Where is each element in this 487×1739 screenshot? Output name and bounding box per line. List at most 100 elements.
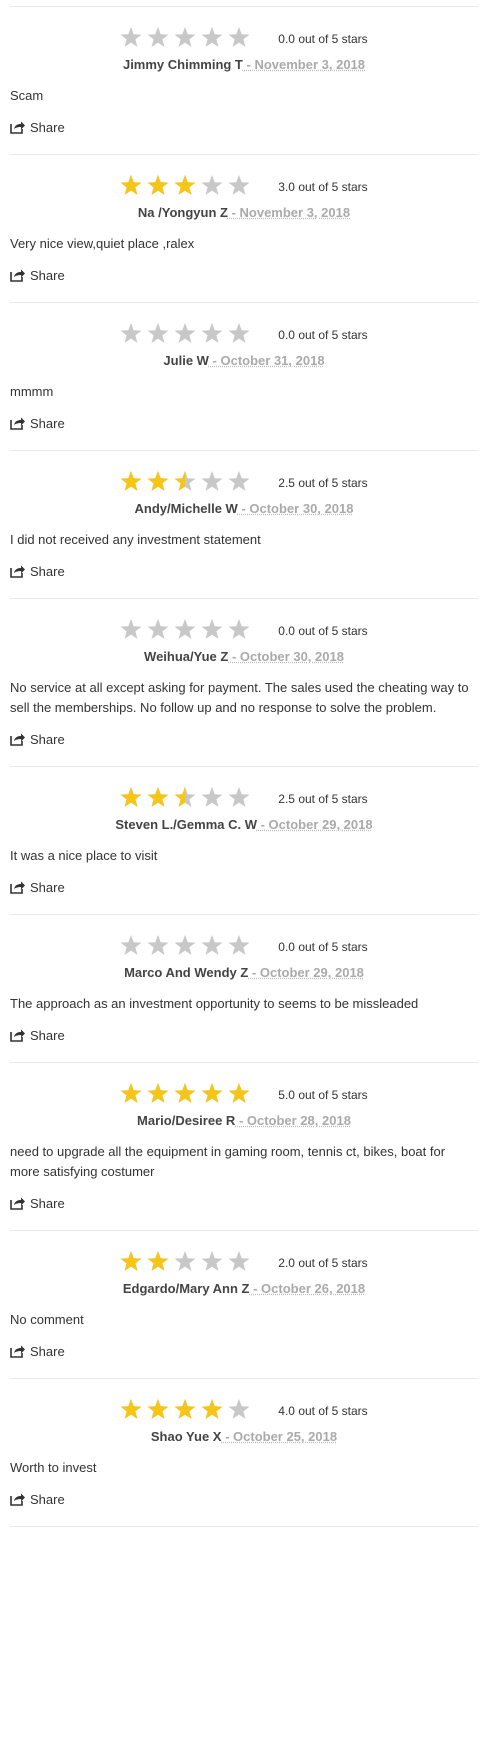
star-empty-icon — [201, 323, 223, 343]
review-author: Jimmy Chimming T — [122, 57, 243, 72]
review-author: Steven L./Gemma C. W — [115, 817, 257, 832]
star-empty-icon — [147, 619, 169, 639]
share-icon — [10, 1345, 25, 1358]
star-filled-icon — [120, 787, 142, 807]
star-empty-icon — [147, 323, 169, 343]
star-empty-icon — [228, 619, 250, 639]
star-rating — [120, 617, 272, 643]
star-empty-icon — [201, 787, 223, 807]
share-icon — [10, 121, 25, 134]
share-button[interactable]: Share — [10, 878, 478, 896]
star-rating — [120, 933, 272, 959]
star-empty-icon — [174, 1251, 196, 1271]
star-filled-icon — [147, 787, 169, 807]
review-date-link[interactable]: - October 29, 2018 — [257, 817, 373, 832]
share-button[interactable]: Share — [10, 562, 478, 580]
review-container: 0.0 out of 5 stars Jimmy Chimming T - No… — [10, 7, 478, 1527]
review-author: Julie W — [163, 353, 209, 368]
share-label: Share — [30, 731, 65, 747]
review-author: Shao Yue X — [150, 1429, 222, 1444]
rating-text: 0.0 out of 5 stars — [278, 624, 368, 638]
star-empty-icon — [201, 935, 223, 955]
review-item: 5.0 out of 5 stars Mario/Desiree R - Oct… — [10, 1063, 478, 1231]
rating-text: 3.0 out of 5 stars — [278, 180, 368, 194]
review-date-link[interactable]: - October 25, 2018 — [221, 1429, 337, 1444]
review-item: 3.0 out of 5 stars Na /Yongyun Z - Novem… — [10, 155, 478, 303]
review-date-link[interactable]: - November 3, 2018 — [243, 57, 366, 72]
share-label: Share — [30, 1491, 65, 1507]
star-filled-icon — [201, 1083, 223, 1103]
star-filled-icon — [120, 471, 142, 491]
rating-text: 4.0 out of 5 stars — [278, 1404, 368, 1418]
review-date-link[interactable]: - November 3, 2018 — [228, 205, 351, 220]
review-date-link[interactable]: - October 31, 2018 — [209, 353, 325, 368]
share-label: Share — [30, 563, 65, 579]
review-byline: Mario/Desiree R - October 28, 2018 — [10, 1112, 478, 1130]
rating-row: 2.5 out of 5 stars — [10, 785, 478, 811]
review-date-link[interactable]: - October 29, 2018 — [248, 965, 364, 980]
star-filled-icon — [147, 1251, 169, 1271]
share-button[interactable]: Share — [10, 1026, 478, 1044]
review-author: Edgardo/Mary Ann Z — [122, 1281, 250, 1296]
star-empty-icon — [120, 935, 142, 955]
share-button[interactable]: Share — [10, 730, 478, 748]
review-date-link[interactable]: - October 26, 2018 — [250, 1281, 365, 1296]
review-author: Mario/Desiree R — [137, 1113, 236, 1128]
star-empty-icon — [120, 323, 142, 343]
review-item: 4.0 out of 5 stars Shao Yue X - October … — [10, 1379, 478, 1527]
review-byline: Shao Yue X - October 25, 2018 — [10, 1428, 478, 1446]
share-button[interactable]: Share — [10, 118, 478, 136]
review-text: I did not received any investment statem… — [10, 532, 261, 547]
review-byline: Marco And Wendy Z - October 29, 2018 — [10, 964, 478, 982]
star-filled-icon — [147, 1399, 169, 1419]
rating-row: 0.0 out of 5 stars — [10, 321, 478, 347]
star-empty-icon — [228, 1399, 250, 1419]
star-empty-icon — [228, 27, 250, 47]
star-rating — [120, 1249, 272, 1275]
review-item: 2.0 out of 5 stars Edgardo/Mary Ann Z - … — [10, 1231, 478, 1379]
star-filled-icon — [174, 175, 196, 195]
star-empty-icon — [174, 323, 196, 343]
star-empty-icon — [201, 471, 223, 491]
star-rating — [120, 25, 272, 51]
review-text: Scam — [10, 88, 44, 103]
rating-text: 0.0 out of 5 stars — [278, 32, 368, 46]
review-item: 0.0 out of 5 stars Marco And Wendy Z - O… — [10, 915, 478, 1063]
share-label: Share — [30, 267, 65, 283]
share-label: Share — [30, 1027, 65, 1043]
star-empty-icon — [147, 27, 169, 47]
star-empty-icon — [228, 323, 250, 343]
review-author: Na /Yongyun Z — [137, 205, 228, 220]
share-button[interactable]: Share — [10, 266, 478, 284]
review-text: No comment — [10, 1312, 84, 1327]
rating-row: 5.0 out of 5 stars — [10, 1081, 478, 1107]
review-date-link[interactable]: - October 30, 2018 — [238, 501, 353, 516]
rating-row: 2.0 out of 5 stars — [10, 1249, 478, 1275]
star-filled-icon — [147, 175, 169, 195]
review-item: 0.0 out of 5 stars Weihua/Yue Z - Octobe… — [10, 599, 478, 767]
rating-text: 2.5 out of 5 stars — [278, 476, 368, 490]
review-author: Marco And Wendy Z — [124, 965, 249, 980]
review-byline: Julie W - October 31, 2018 — [10, 352, 478, 370]
rating-row: 0.0 out of 5 stars — [10, 933, 478, 959]
review-text: The approach as an investment opportunit… — [10, 996, 419, 1011]
review-date-link[interactable]: - October 28, 2018 — [235, 1113, 351, 1128]
share-label: Share — [30, 119, 65, 135]
review-byline: Na /Yongyun Z - November 3, 2018 — [10, 204, 478, 222]
review-item: 2.5 out of 5 stars Steven L./Gemma C. W … — [10, 767, 478, 915]
star-filled-icon — [147, 1083, 169, 1103]
share-icon — [10, 417, 25, 430]
review-date-link[interactable]: - October 30, 2018 — [228, 649, 344, 664]
share-button[interactable]: Share — [10, 1194, 478, 1212]
star-empty-icon — [201, 619, 223, 639]
star-empty-icon — [228, 471, 250, 491]
review-text: mmmm — [10, 384, 54, 399]
review-item: 0.0 out of 5 stars Julie W - October 31,… — [10, 303, 478, 451]
star-empty-icon — [174, 27, 196, 47]
review-text: Worth to invest — [10, 1460, 97, 1475]
star-filled-icon — [120, 1251, 142, 1271]
share-button[interactable]: Share — [10, 1490, 478, 1508]
share-button[interactable]: Share — [10, 1342, 478, 1360]
share-button[interactable]: Share — [10, 414, 478, 432]
review-byline: Edgardo/Mary Ann Z - October 26, 2018 — [10, 1280, 478, 1298]
